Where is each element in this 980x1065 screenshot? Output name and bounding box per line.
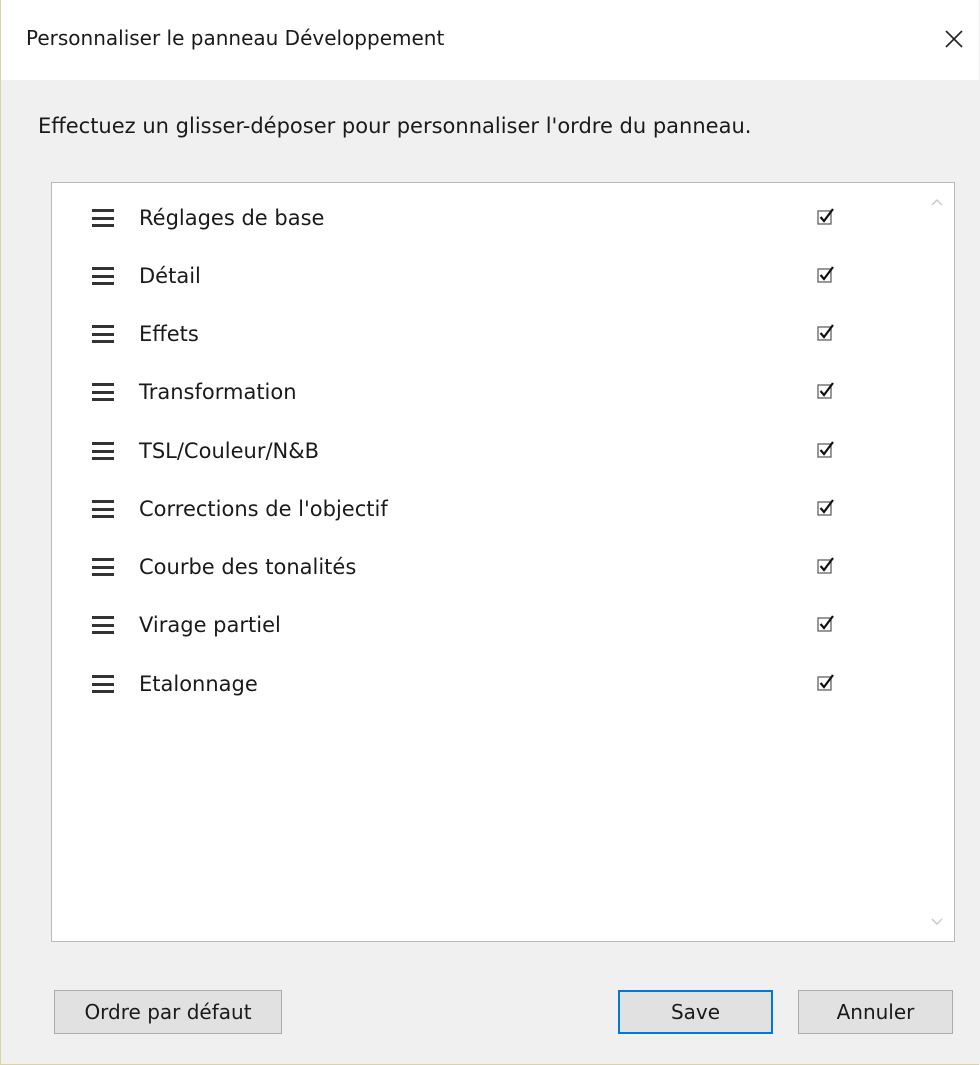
list-item-effets[interactable]: Effets — [92, 311, 852, 357]
drag-handle-icon[interactable] — [92, 616, 114, 634]
checkbox-checked-icon[interactable] — [817, 266, 835, 284]
checkbox-checked-icon[interactable] — [817, 324, 835, 342]
dialog-window: Personnaliser le panneau Développement E… — [0, 0, 979, 1065]
instruction-text: Effectuez un glisser-déposer pour person… — [38, 114, 752, 138]
list-item-label: Transformation — [139, 380, 297, 404]
title-bar: Personnaliser le panneau Développement — [1, 0, 979, 80]
list-item-label: Détail — [139, 264, 201, 288]
checkbox-checked-icon[interactable] — [817, 615, 835, 633]
list-item-label: Réglages de base — [139, 206, 325, 230]
cancel-button[interactable]: Annuler — [798, 990, 953, 1034]
list-item-reglages-de-base[interactable]: Réglages de base — [92, 195, 852, 241]
panel-order-list[interactable]: Réglages de base Détail Effets Transform… — [51, 182, 955, 942]
list-item-corrections-objectif[interactable]: Corrections de l'objectif — [92, 486, 852, 532]
checkbox-checked-icon[interactable] — [817, 499, 835, 517]
drag-handle-icon[interactable] — [92, 209, 114, 227]
drag-handle-icon[interactable] — [92, 383, 114, 401]
checkbox-checked-icon[interactable] — [817, 441, 835, 459]
drag-handle-icon[interactable] — [92, 675, 114, 693]
checkbox-checked-icon[interactable] — [817, 208, 835, 226]
list-item-label: Courbe des tonalités — [139, 555, 357, 579]
list-item-label: Corrections de l'objectif — [139, 497, 388, 521]
checkbox-checked-icon[interactable] — [817, 382, 835, 400]
list-item-label: Etalonnage — [139, 672, 258, 696]
list-item-detail[interactable]: Détail — [92, 253, 852, 299]
close-icon — [945, 30, 963, 48]
drag-handle-icon[interactable] — [92, 267, 114, 285]
list-item-tsl-couleur-nb[interactable]: TSL/Couleur/N&B — [92, 428, 852, 474]
drag-handle-icon[interactable] — [92, 442, 114, 460]
list-item-label: Effets — [139, 322, 199, 346]
list-item-transformation[interactable]: Transformation — [92, 369, 852, 415]
checkbox-checked-icon[interactable] — [817, 557, 835, 575]
chevron-down-icon — [931, 918, 943, 925]
list-item-virage-partiel[interactable]: Virage partiel — [92, 602, 852, 648]
list-item-label: TSL/Couleur/N&B — [139, 439, 320, 463]
scroll-down-button[interactable] — [929, 914, 945, 930]
list-item-label: Virage partiel — [139, 613, 281, 637]
drag-handle-icon[interactable] — [92, 325, 114, 343]
drag-handle-icon[interactable] — [92, 558, 114, 576]
checkbox-checked-icon[interactable] — [817, 674, 835, 692]
default-order-button[interactable]: Ordre par défaut — [54, 990, 282, 1034]
scroll-up-button[interactable] — [929, 194, 945, 210]
save-button[interactable]: Save — [618, 990, 773, 1034]
dialog-title: Personnaliser le panneau Développement — [26, 26, 445, 50]
chevron-up-icon — [931, 199, 943, 206]
list-item-courbe-tonalites[interactable]: Courbe des tonalités — [92, 544, 852, 590]
close-button[interactable] — [929, 14, 979, 64]
list-item-etalonnage[interactable]: Etalonnage — [92, 661, 852, 707]
vertical-scrollbar[interactable] — [921, 184, 953, 940]
drag-handle-icon[interactable] — [92, 500, 114, 518]
